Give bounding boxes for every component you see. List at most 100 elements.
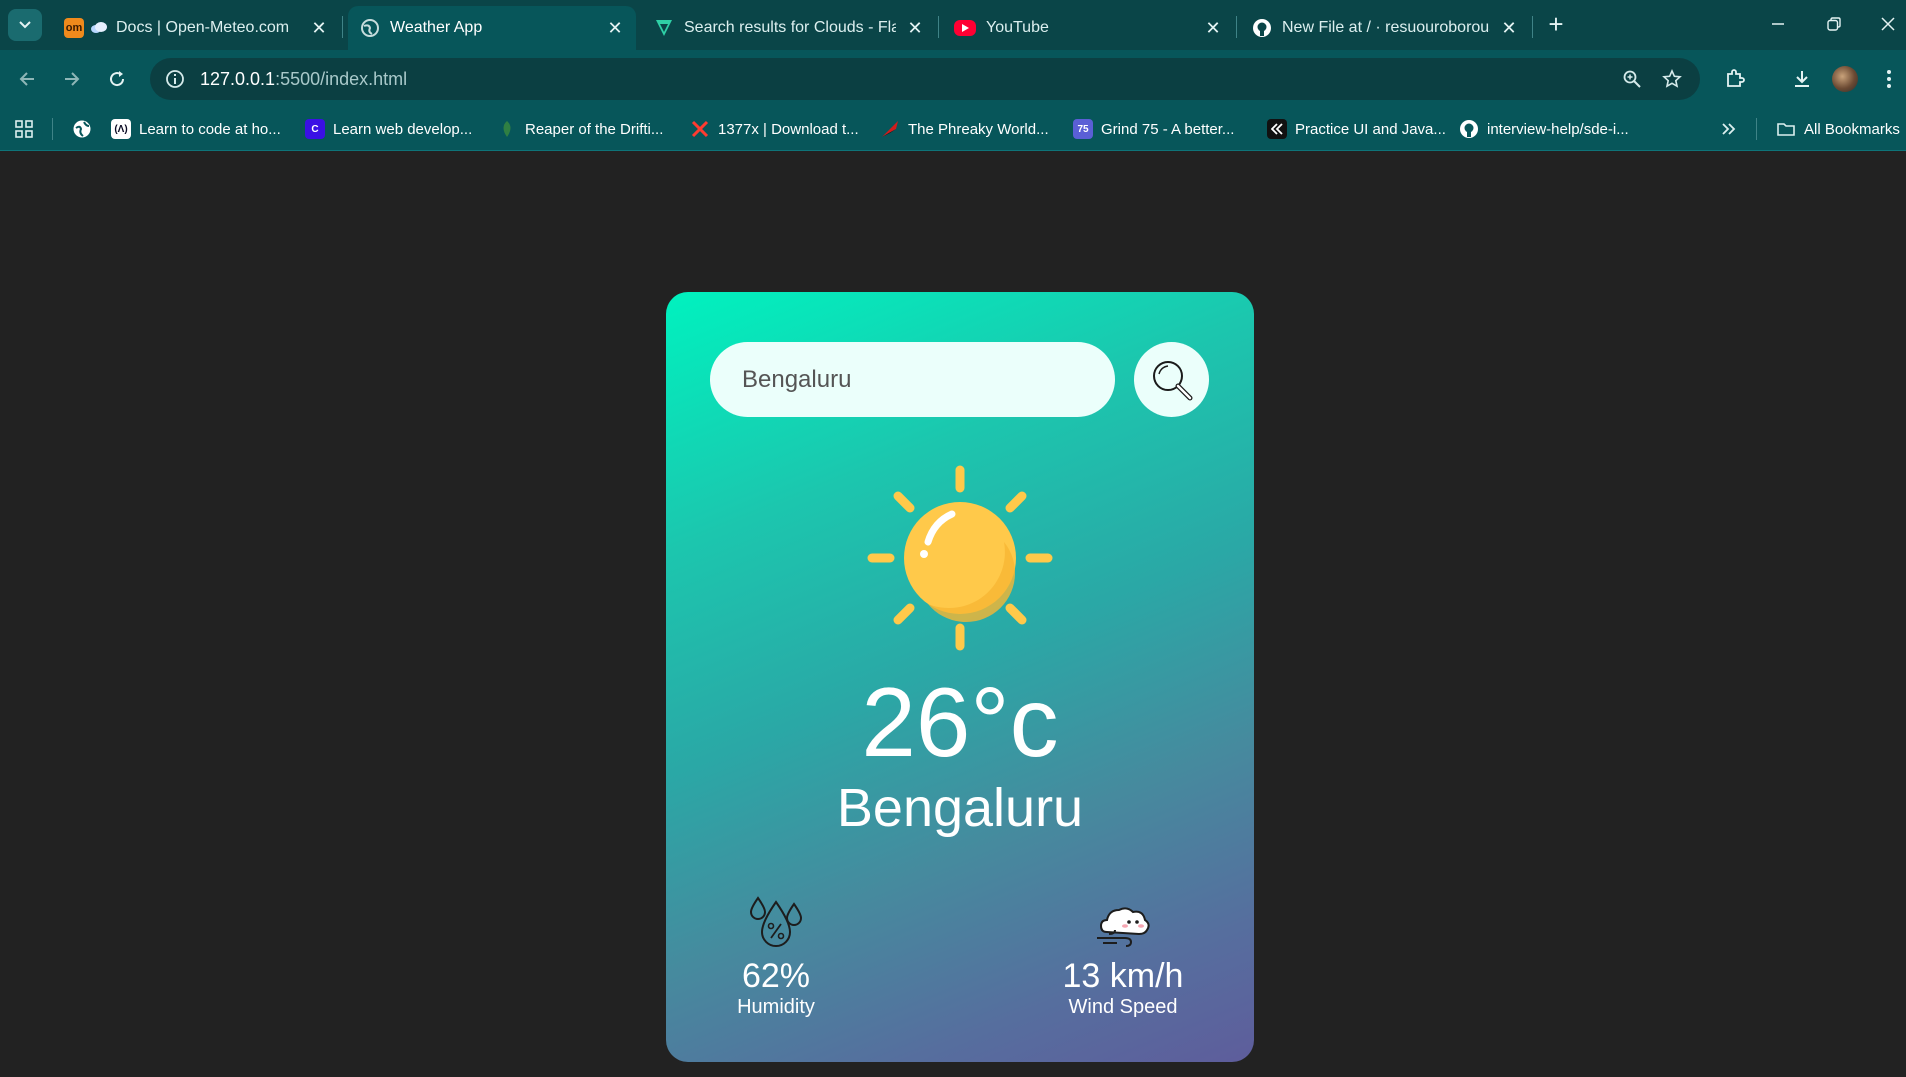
sun-icon [867,465,1053,651]
close-icon[interactable]: ✕ [1202,17,1224,39]
bookmark-item[interactable]: interview-help/sde-i... [1459,115,1629,143]
x-icon [691,120,709,138]
site-info-button[interactable] [158,62,192,96]
reload-button[interactable] [100,62,134,96]
leaf-icon [503,121,511,137]
double-chevron-right-icon [1722,123,1736,135]
youtube-icon [954,20,976,36]
address-bar[interactable]: 127.0.0.1:5500/index.html [150,58,1700,100]
globe-icon [73,120,91,138]
zoom-button[interactable] [1615,62,1649,96]
tab-title: Docs | Open-Meteo.com [116,19,290,36]
tab-title: Weather App [390,19,483,36]
humidity-icon [749,896,803,947]
restore-button[interactable] [1814,9,1854,39]
forward-button[interactable] [55,62,89,96]
cloud-icon [91,22,107,33]
bookmark-star-button[interactable] [1655,62,1689,96]
bookmark-label: Reaper of the Drifti... [525,120,664,138]
bookmark-item[interactable]: (Λ) Learn to code at ho... [111,115,281,143]
tab-flaticon[interactable]: Search results for Clouds - Flaticon ✕ [642,6,936,50]
browser-menu-button[interactable] [1876,62,1902,96]
close-icon[interactable]: ✕ [604,17,626,39]
bookmark-item[interactable]: C Learn web develop... [305,115,472,143]
bookmark-item[interactable]: Practice UI and Java... [1267,115,1446,143]
tab-strip: om Docs | Open-Meteo.com ✕ Weather App ✕… [0,0,1906,50]
browser-chrome: om Docs | Open-Meteo.com ✕ Weather App ✕… [0,0,1906,151]
greatfrontend-icon [1267,119,1287,139]
minimize-icon [1772,23,1784,25]
tab-youtube[interactable]: YouTube ✕ [942,6,1234,50]
freecodecamp-icon: (Λ) [111,119,131,139]
arrow-left-icon [19,72,34,86]
reload-icon [110,71,125,87]
tab-title: YouTube [986,19,1049,36]
humidity-value: 62% [741,957,811,995]
chrome-divider [0,150,1906,151]
city-name: Bengaluru [836,778,1084,838]
minimize-button[interactable] [1758,9,1798,39]
humidity-detail: 62% Humidity [676,896,876,1019]
all-bookmarks-button[interactable]: All Bookmarks [1776,115,1900,143]
weather-card: 26°c Bengaluru 62% Humidity 13 km/h Wind… [666,292,1254,1062]
extensions-button[interactable] [1718,62,1752,96]
close-icon[interactable]: ✕ [1498,17,1520,39]
city-search-input[interactable] [710,342,1115,417]
folder-icon [1777,123,1795,136]
close-window-button[interactable] [1870,9,1906,39]
bookmark-divider [52,118,53,140]
bookmark-item[interactable]: 75 Grind 75 - A better... [1073,115,1234,143]
tab-divider [1532,16,1533,38]
avatar [1832,66,1858,92]
bookmark-globe[interactable] [72,115,92,143]
all-bookmarks-label: All Bookmarks [1804,120,1900,138]
close-icon[interactable]: ✕ [904,17,926,39]
downloads-button[interactable] [1785,62,1819,96]
tab-weather-app[interactable]: Weather App ✕ [348,6,636,50]
wind-value: 13 km/h [1062,957,1184,995]
bookmark-label: Learn web develop... [333,120,473,138]
puzzle-icon [1727,69,1745,87]
bookmark-item[interactable]: Reaper of the Drifti... [497,115,663,143]
more-bookmarks-button[interactable] [1716,117,1740,141]
temperature: 26°c [861,667,1059,777]
profile-button[interactable] [1828,62,1862,96]
apps-button[interactable] [12,117,36,141]
bookmark-label: Learn to code at ho... [139,120,281,138]
search-button[interactable] [1134,342,1209,417]
tab-divider [1236,16,1237,38]
bookmark-label: The Phreaky World... [908,120,1049,138]
globe-icon [361,19,379,37]
close-icon[interactable]: ✕ [308,17,330,39]
bookmark-divider [1756,118,1757,140]
github-icon [1460,120,1478,138]
url-text[interactable]: 127.0.0.1:5500/index.html [200,69,407,90]
new-tab-button[interactable]: + [1543,11,1569,38]
arrow-right-icon [65,72,80,86]
phreaky-icon [882,121,898,137]
bookmarks-bar: (Λ) Learn to code at ho... C Learn web d… [0,108,1906,150]
bookmark-label: 1377x | Download t... [718,120,859,138]
bookmark-item[interactable]: The Phreaky World... [880,115,1049,143]
star-icon [1662,69,1682,88]
tab-github[interactable]: New File at / · resuouroborous/ ✕ [1240,6,1530,50]
wind-label: Wind Speed [1068,996,1178,1018]
back-button[interactable] [10,62,44,96]
bookmark-label: Practice UI and Java... [1295,120,1446,138]
codecademy-icon: C [305,119,325,139]
tab-title: New File at / · resuouroborous/ [1282,19,1490,36]
flaticon-icon [656,20,672,36]
download-icon [1795,71,1809,87]
tab-search-button[interactable] [8,9,42,41]
tab-open-meteo[interactable]: om Docs | Open-Meteo.com ✕ [52,6,340,50]
tab-title: Search results for Clouds - Flaticon [684,19,896,36]
bookmark-item[interactable]: 1377x | Download t... [690,115,859,143]
tab-divider [938,16,939,38]
info-icon [166,70,184,88]
restore-icon [1827,17,1841,31]
chevron-down-icon [19,21,31,29]
url-path: :5500/index.html [275,68,408,89]
wind-cloud-icon [1097,907,1150,947]
url-host: 127.0.0.1 [200,68,276,89]
browser-toolbar: 127.0.0.1:5500/index.html [0,50,1906,108]
